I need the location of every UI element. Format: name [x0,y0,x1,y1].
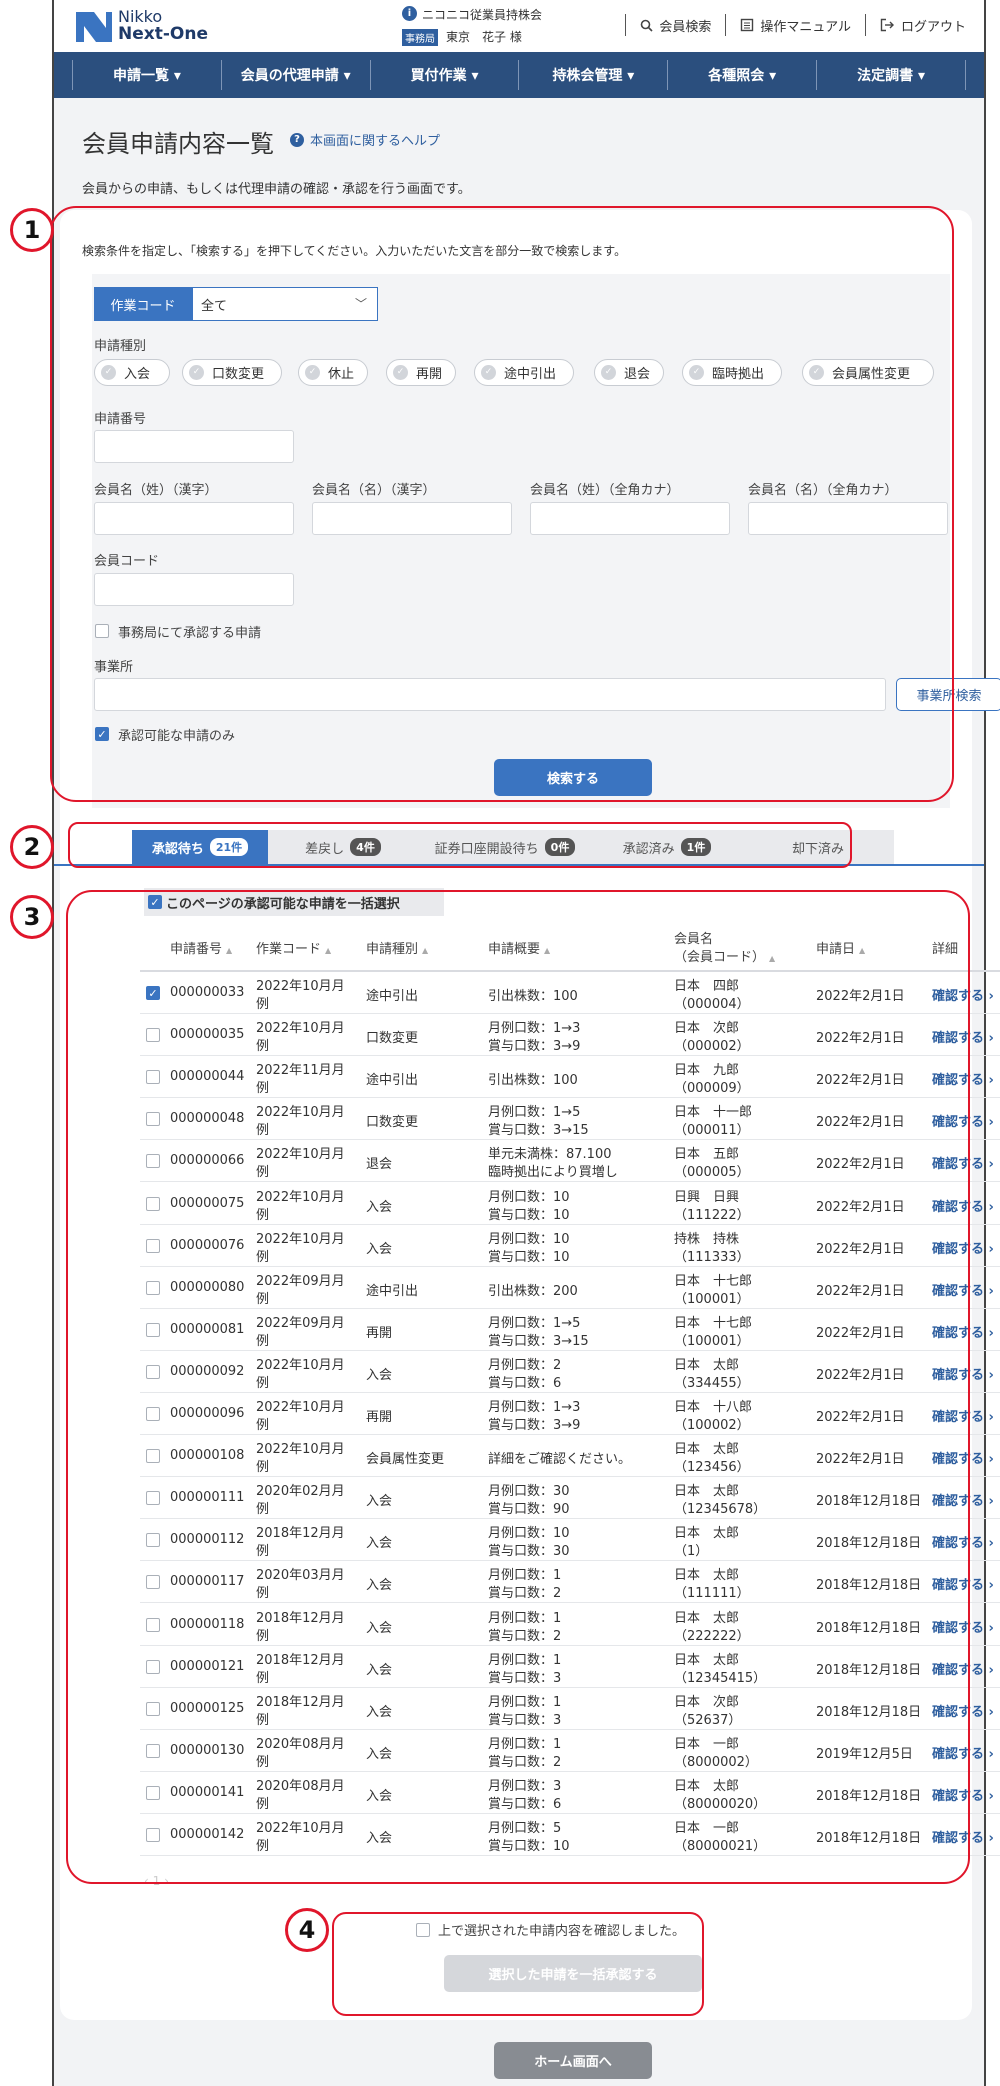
role-badge: 事務局 [402,29,438,46]
nav-application-list[interactable]: 申請一覧 ▾ [72,60,221,90]
nav-association-management[interactable]: 持株会管理 ▾ [518,60,667,90]
help-link[interactable]: ? 本画面に関するヘルプ [290,130,440,149]
page-title: 会員申請内容一覧 [82,130,274,158]
annotation-box-4 [332,1912,704,2016]
logo-mark-icon [76,12,112,42]
divider [725,14,727,36]
main-nav: 申請一覧 ▾ 会員の代理申請 ▾ 買付作業 ▾ 持株会管理 ▾ 各種照会 ▾ 法… [54,52,984,98]
divider [625,14,627,36]
company-name: ニコニコ従業員持株会 [422,8,543,22]
annotation-box-1 [50,206,954,802]
manual-icon [741,18,754,32]
nav-proxy-application[interactable]: 会員の代理申請 ▾ [220,60,370,90]
search-icon [641,19,653,32]
annotation-marker-2: 2 [10,825,54,869]
logout-label: ログアウト [900,19,966,35]
page-description: 会員からの申請、もしくは代理申請の確認・承認を行う画面です。 [82,182,471,197]
manual-link[interactable]: 操作マニュアル [740,16,851,35]
help-label: 本画面に関するヘルプ [310,134,441,149]
logout-icon [880,18,894,32]
logo[interactable]: Nikko Next-One [74,4,234,48]
annotation-marker-3: 3 [10,895,54,939]
nav-inquiries[interactable]: 各種照会 ▾ [667,60,816,90]
user-name: 東京 花子 様 [446,30,522,44]
member-search-link[interactable]: 会員検索 [640,16,711,35]
annotation-box-2 [68,822,852,868]
help-icon: ? [290,132,304,147]
annotation-box-3 [66,890,970,1884]
info-icon[interactable]: i [402,6,417,21]
account-info: i ニコニコ従業員持株会 事務局 東京 花子 様 [402,4,552,48]
logo-line2: Next-One [118,24,208,44]
annotation-marker-4: 4 [285,1908,329,1952]
divider [864,14,866,36]
manual-label: 操作マニュアル [760,19,851,35]
member-search-label: 会員検索 [659,19,712,35]
logout-link[interactable]: ログアウト [880,16,966,35]
nav-purchase-work[interactable]: 買付作業 ▾ [369,60,519,90]
header: Nikko Next-One i ニコニコ従業員持株会 事務局 東京 花子 様 … [54,0,984,52]
nav-statutory-reports[interactable]: 法定調書 ▾ [816,60,966,90]
annotation-marker-1: 1 [10,208,54,252]
home-button[interactable]: ホーム画面へ [494,2042,652,2079]
header-links: 会員検索 操作マニュアル ログアウト [611,14,966,36]
